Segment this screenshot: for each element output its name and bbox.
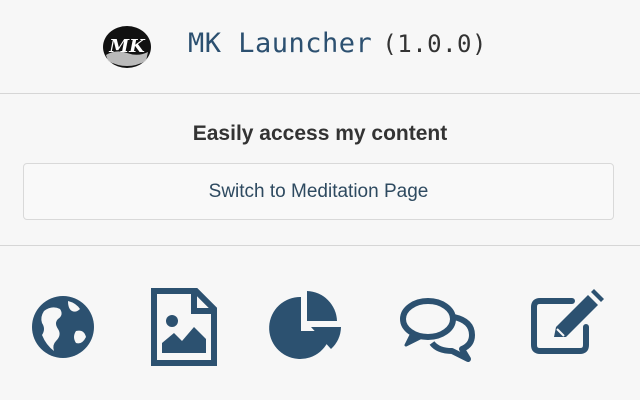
app-version: (1.0.0)	[382, 30, 487, 58]
globe-button[interactable]	[24, 287, 104, 367]
switch-to-meditation-button[interactable]: Switch to Meditation Page	[23, 163, 614, 220]
section-title: Easily access my content	[192, 122, 448, 145]
mk-logo-icon: MK	[102, 25, 152, 69]
globe-icon	[32, 296, 94, 358]
app-name: MK Launcher	[188, 28, 373, 59]
svg-text:MK: MK	[108, 36, 146, 57]
pie-chart-button[interactable]	[265, 287, 345, 367]
header: MK MK Launcher (1.0.0)	[0, 0, 640, 94]
image-button[interactable]	[144, 287, 224, 367]
image-icon	[151, 288, 217, 366]
edit-icon	[531, 289, 604, 354]
app-title: MK Launcher (1.0.0)	[188, 28, 487, 59]
content-section: Easily access my content Switch to Medit…	[0, 94, 640, 246]
edit-button[interactable]	[528, 287, 608, 367]
chat-icon	[400, 298, 475, 362]
pie-chart-icon	[269, 291, 341, 359]
icon-toolbar	[0, 247, 640, 400]
chat-button[interactable]	[398, 287, 478, 367]
